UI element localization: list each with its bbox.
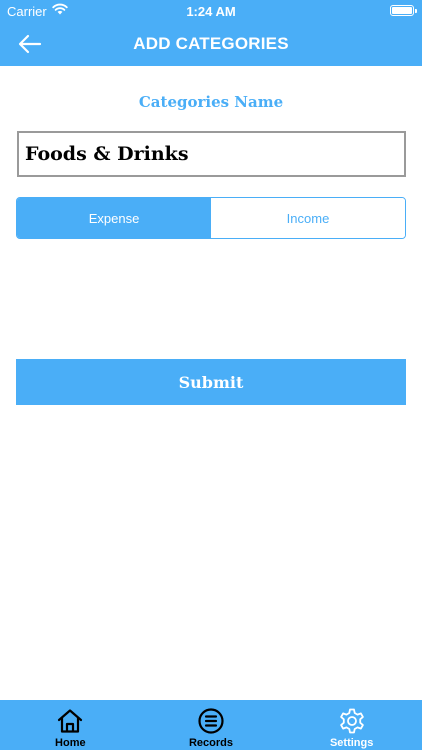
tab-home[interactable]: Home bbox=[0, 700, 141, 750]
status-time: 1:24 AM bbox=[186, 4, 236, 19]
tab-label-records: Records bbox=[188, 737, 234, 749]
categories-name-label: Categories Name bbox=[138, 93, 284, 111]
nav-bar: ADD CATEGORIES bbox=[0, 22, 422, 66]
top-bar: Carrier 1:24 AM ADD CATEGORIES bbox=[0, 0, 422, 66]
category-name-input[interactable] bbox=[17, 131, 406, 177]
segment-expense[interactable]: Expense bbox=[17, 198, 211, 238]
page-title: ADD CATEGORIES bbox=[133, 34, 289, 53]
tab-settings[interactable]: Settings bbox=[281, 700, 422, 750]
tab-label-settings: Settings bbox=[329, 737, 374, 749]
type-segmented-control: Expense Income bbox=[16, 197, 406, 239]
submit-button[interactable]: Submit bbox=[16, 359, 406, 405]
records-icon bbox=[198, 708, 224, 734]
gear-icon bbox=[339, 708, 364, 734]
tab-records[interactable]: Records bbox=[141, 700, 282, 750]
segment-income[interactable]: Income bbox=[211, 198, 405, 238]
status-bar: Carrier 1:24 AM bbox=[0, 0, 422, 22]
tab-bar: Home Records Settings bbox=[0, 700, 422, 750]
battery-icon bbox=[390, 5, 417, 16]
home-icon bbox=[58, 709, 83, 733]
tab-label-home: Home bbox=[55, 737, 86, 749]
